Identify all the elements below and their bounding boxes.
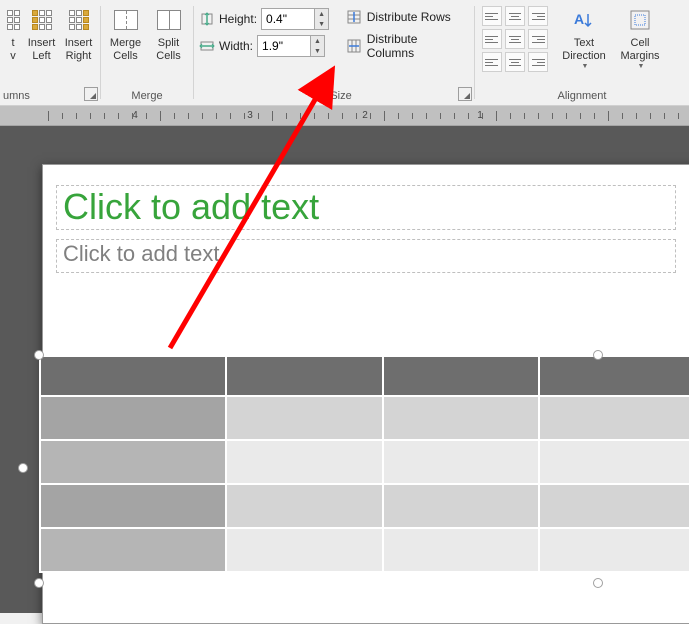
height-spin-up[interactable]: ▲: [315, 9, 328, 19]
ruler-label: 2: [362, 110, 368, 121]
group-label-columns: umns: [3, 88, 97, 105]
insert-right-label: Insert Right: [65, 37, 93, 63]
group-label-cellsize: ell Size: [197, 88, 471, 105]
cell-margins-label: Cell Margins: [620, 37, 659, 63]
ruler-label: 4: [132, 110, 138, 121]
insert-right-icon: [65, 6, 93, 34]
distribute-columns-button[interactable]: Distribute Columns: [344, 31, 469, 61]
table-header-row[interactable]: [40, 356, 689, 396]
distribute-columns-icon: [346, 38, 362, 54]
merge-cells-button[interactable]: Merge Cells: [104, 4, 147, 80]
group-cell-size: Height: ▲ ▼ Width:: [194, 0, 474, 105]
split-cells-button[interactable]: Split Cells: [147, 4, 190, 80]
editor-area: 4 3 2 1 Click to add text Click to add t…: [0, 106, 689, 613]
insert-left-label: Insert Left: [28, 37, 56, 63]
subtitle-placeholder[interactable]: Click to add text: [56, 239, 676, 273]
cell-size-launcher[interactable]: [458, 87, 472, 101]
insert-v-button[interactable]: t v: [3, 4, 23, 80]
cell-margins-icon: [626, 6, 654, 34]
group-merge: Merge Cells Split Cells Merge: [101, 0, 193, 105]
align-top-center[interactable]: [505, 6, 525, 26]
title-placeholder[interactable]: Click to add text: [56, 185, 676, 230]
table-row[interactable]: [40, 484, 689, 528]
height-label: Height:: [219, 12, 257, 26]
table-row[interactable]: [40, 396, 689, 440]
height-input[interactable]: [262, 9, 314, 29]
text-direction-icon: A: [570, 6, 598, 34]
group-label-alignment: Alignment: [478, 88, 686, 105]
cell-margins-button[interactable]: Cell Margins▼: [612, 4, 668, 80]
height-icon: [199, 12, 215, 26]
slide-canvas[interactable]: Click to add text Click to add text: [42, 164, 689, 624]
split-cells-label: Split Cells: [156, 37, 180, 63]
align-bottom-center[interactable]: [505, 52, 525, 72]
ruler-label: 3: [247, 110, 253, 121]
selection-handle[interactable]: [593, 578, 603, 588]
text-direction-label: Text Direction: [562, 37, 605, 63]
align-bottom-left[interactable]: [482, 52, 502, 72]
insert-right-button[interactable]: Insert Right: [60, 4, 97, 80]
slide-table[interactable]: [39, 355, 689, 573]
selection-handle[interactable]: [34, 578, 44, 588]
rows-columns-launcher[interactable]: [84, 87, 98, 101]
split-cells-icon: [155, 6, 183, 34]
group-rows-columns: t v Insert Left: [0, 0, 100, 105]
distribute-rows-icon: [346, 9, 362, 25]
align-middle-right[interactable]: [528, 29, 548, 49]
width-spin-up[interactable]: ▲: [311, 36, 324, 46]
height-spin-down[interactable]: ▼: [315, 19, 328, 29]
group-alignment: A Text Direction▼ Cell Margins▼ Alignmen…: [475, 0, 689, 105]
align-top-right[interactable]: [528, 6, 548, 26]
table-row[interactable]: [40, 440, 689, 484]
align-top-left[interactable]: [482, 6, 502, 26]
table-row[interactable]: [40, 528, 689, 572]
align-middle-center[interactable]: [505, 29, 525, 49]
distribute-columns-label: Distribute Columns: [367, 32, 467, 60]
insert-left-icon: [28, 6, 56, 34]
chevron-down-icon: ▼: [638, 63, 645, 71]
distribute-rows-button[interactable]: Distribute Rows: [344, 8, 469, 26]
alignment-grid: [478, 4, 552, 74]
insert-left-button[interactable]: Insert Left: [23, 4, 60, 80]
align-bottom-right[interactable]: [528, 52, 548, 72]
width-input[interactable]: [258, 36, 310, 56]
width-spinner[interactable]: ▲ ▼: [257, 35, 325, 57]
width-icon: [199, 39, 215, 53]
group-label-merge: Merge: [104, 88, 190, 105]
ribbon: t v Insert Left: [0, 0, 689, 106]
width-spin-down[interactable]: ▼: [311, 46, 324, 56]
selection-handle[interactable]: [18, 463, 28, 473]
text-direction-button[interactable]: A Text Direction▼: [556, 4, 612, 80]
height-spinner[interactable]: ▲ ▼: [261, 8, 329, 30]
svg-text:A: A: [574, 11, 584, 27]
selection-handle[interactable]: [593, 350, 603, 360]
merge-cells-label: Merge Cells: [110, 37, 141, 63]
horizontal-ruler[interactable]: 4 3 2 1: [0, 106, 689, 126]
width-label: Width:: [219, 39, 253, 53]
insert-v-label: t v: [10, 37, 16, 63]
chevron-down-icon: ▼: [582, 63, 589, 71]
merge-cells-icon: [112, 6, 140, 34]
distribute-rows-label: Distribute Rows: [367, 10, 451, 24]
align-middle-left[interactable]: [482, 29, 502, 49]
selection-handle[interactable]: [34, 350, 44, 360]
